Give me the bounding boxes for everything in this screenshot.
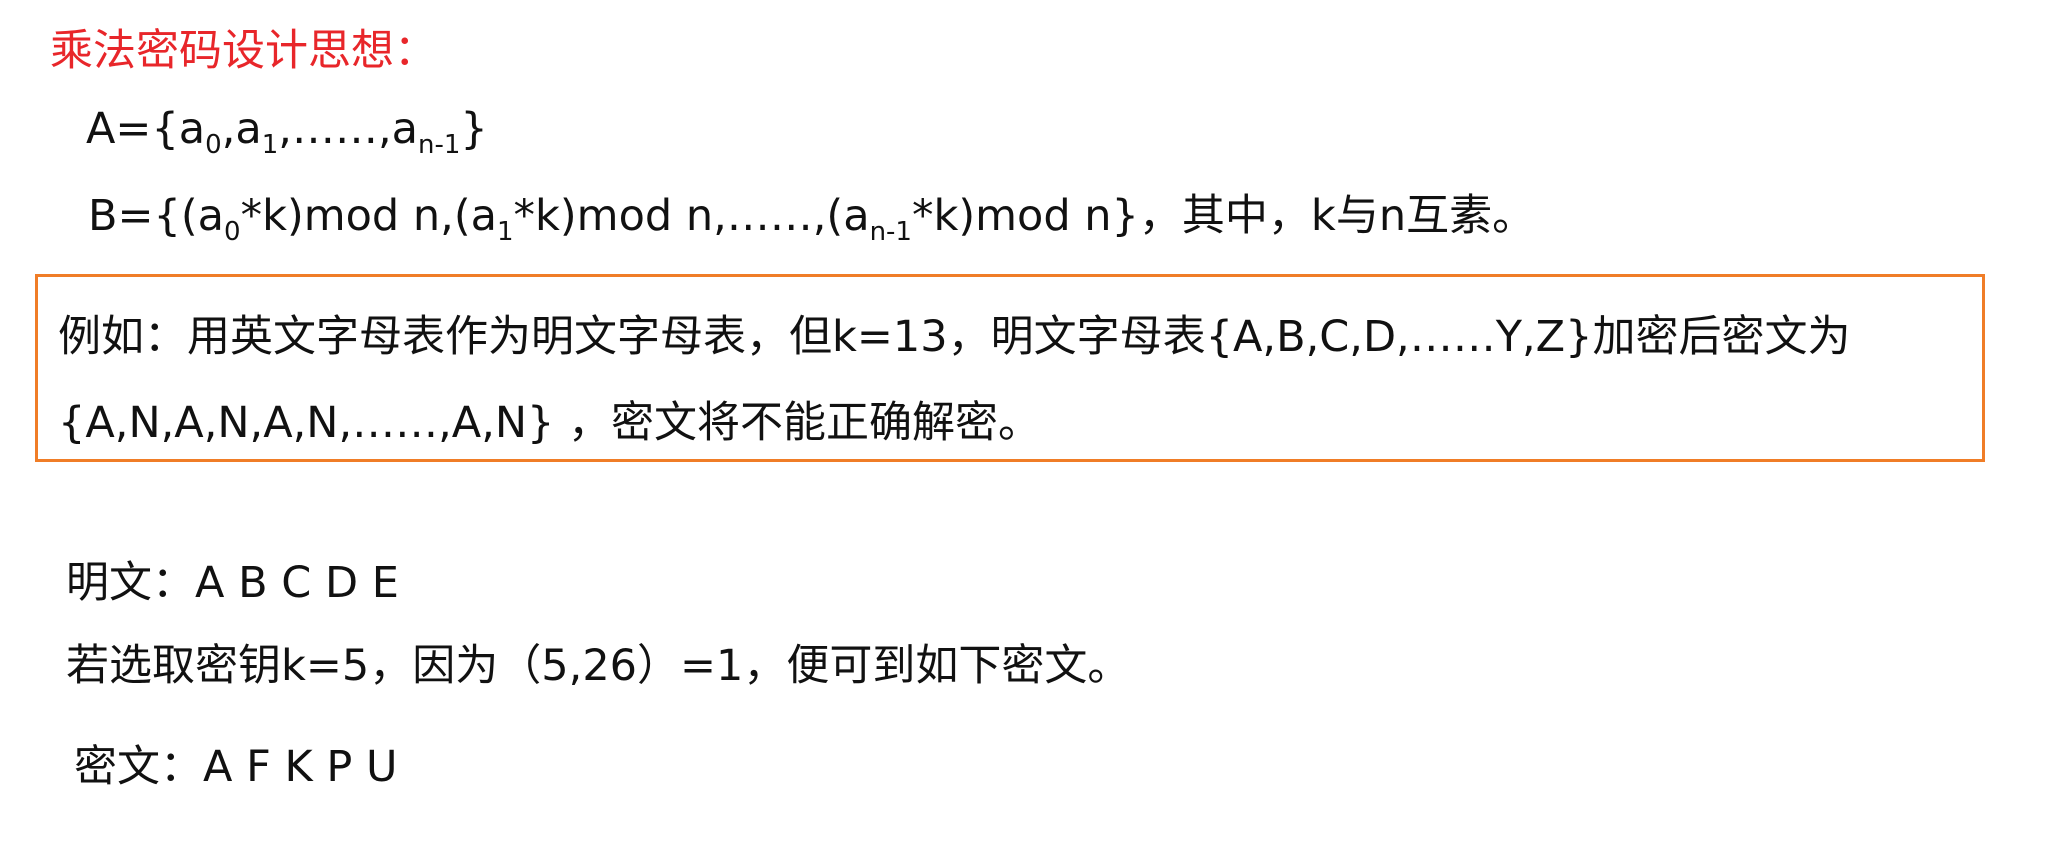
set-a-part: ,……,a: [278, 104, 418, 154]
ciphertext-line: 密文：A F K P U: [74, 742, 398, 792]
set-b-part: *k)mod n,……,(a: [513, 191, 870, 241]
heading-title: 乘法密码设计思想：: [50, 26, 437, 76]
set-b-formula: B={(a0*k)mod n,(a1*k)mod n,……,(an-1*k)mo…: [88, 195, 1535, 246]
set-b-subscript: 1: [496, 217, 514, 247]
set-a-part: ,a: [221, 104, 262, 154]
set-b-part: *k)mod n,(a: [240, 191, 497, 241]
set-a-formula: A={a0,a1,……,an-1}: [86, 108, 488, 159]
plaintext-line: 明文：A B C D E: [66, 558, 399, 608]
example-line-2: {A,N,A,N,A,N,……,A,N} ，密文将不能正确解密。: [58, 398, 1042, 448]
set-a-part: }: [460, 104, 488, 154]
set-a-part: A={a: [86, 104, 206, 154]
key-selection-line: 若选取密钥k=5，因为（5,26）=1，便可到如下密文。: [66, 641, 1131, 691]
set-b-part: B={(a: [88, 191, 225, 241]
set-b-part: *k)mod n}，其中，k与n互素。: [911, 191, 1536, 241]
set-a-subscript: 1: [261, 130, 279, 160]
example-line-1: 例如：用英文字母表作为明文字母表，但k=13，明文字母表{A,B,C,D,……Y…: [58, 312, 1851, 362]
set-b-subscript: 0: [224, 217, 241, 247]
set-a-subscript: 0: [205, 130, 222, 160]
set-a-subscript: n-1: [417, 130, 461, 160]
set-b-subscript: n-1: [869, 217, 912, 247]
